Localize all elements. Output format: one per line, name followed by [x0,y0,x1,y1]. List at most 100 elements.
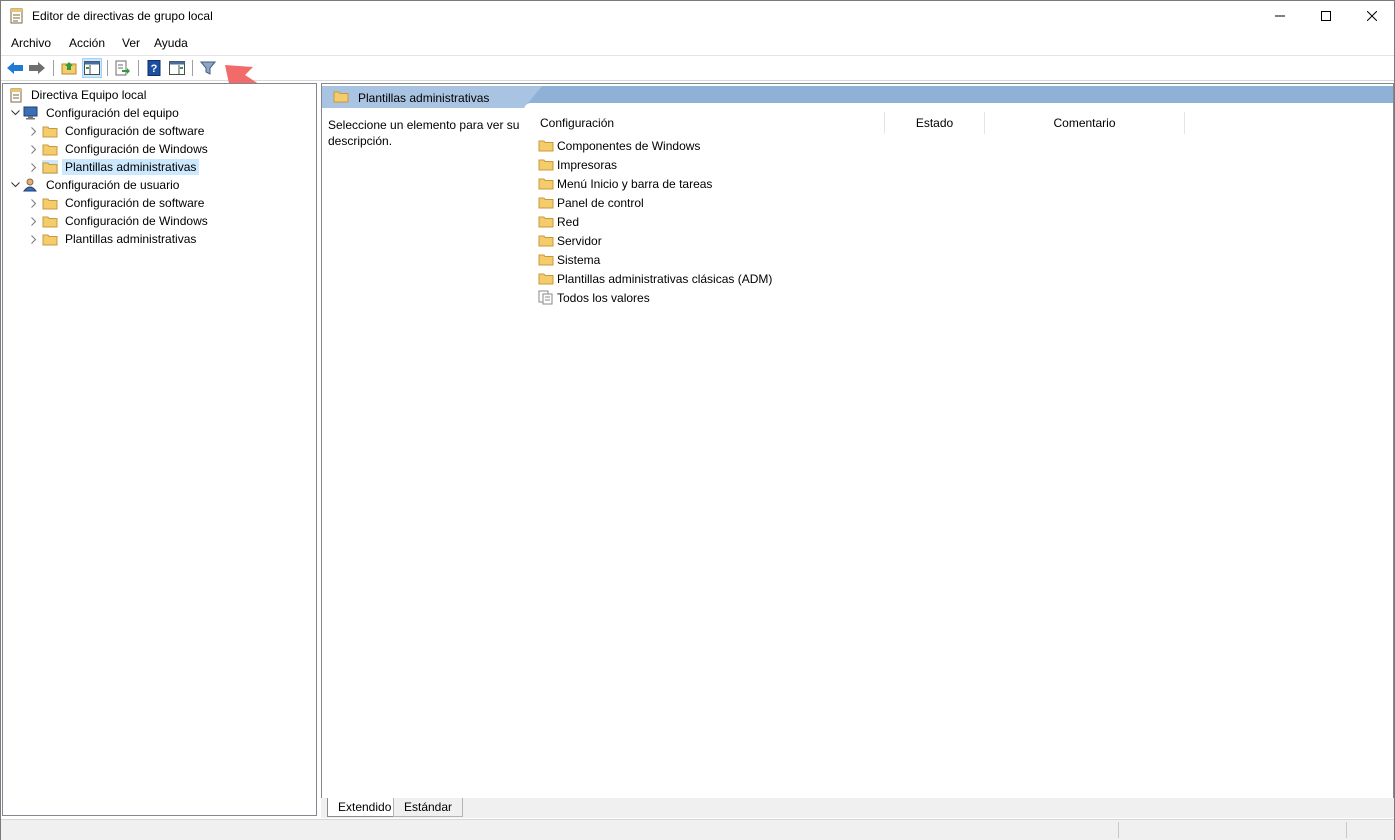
tree-node-user[interactable]: Configuración de usuario [9,176,182,194]
menu-accion[interactable]: Acción [69,36,105,50]
list-item[interactable]: Sistema [538,250,600,269]
action-pane-button[interactable] [167,58,187,78]
column-header-configuracion[interactable]: Configuración [532,112,885,134]
show-hide-tree-icon [84,61,100,75]
list-item-label: Sistema [557,252,601,267]
forward-icon [29,62,45,74]
chevron-right-icon[interactable] [28,161,40,173]
tree-node-computer-windows[interactable]: Configuración de Windows [28,140,211,158]
show-hide-tree-button[interactable] [82,58,102,78]
all-settings-icon [538,290,554,305]
chevron-right-icon[interactable] [28,125,40,137]
description-text: Seleccione un elemento para ver su descr… [328,118,520,148]
up-folder-icon [61,62,77,75]
toolbar-separator [192,60,193,76]
tree-label: Configuración de Windows [65,214,208,228]
list-item-label: Red [557,214,580,229]
tree-root-label: Directiva Equipo local [31,88,147,102]
maximize-button[interactable] [1303,1,1349,31]
chevron-right-icon[interactable] [28,143,40,155]
tree-label: Plantillas administrativas [62,159,200,175]
tree-label: Configuración de software [65,196,205,210]
folder-icon [42,124,58,138]
tree-node-user-windows[interactable]: Configuración de Windows [28,212,211,230]
chevron-right-icon[interactable] [28,233,40,245]
menu-ayuda[interactable]: Ayuda [154,36,188,50]
menu-archivo[interactable]: Archivo [11,36,51,50]
back-button[interactable] [5,58,25,78]
tree-node-computer[interactable]: Configuración del equipo [9,104,182,122]
chevron-right-icon[interactable] [28,197,40,209]
tab-extendido[interactable]: Extendido [327,798,403,817]
list-item[interactable]: Todos los valores [538,288,650,307]
list-item[interactable]: Servidor [538,231,602,250]
tree-label: Configuración de software [65,124,205,138]
filter-button[interactable] [198,58,218,78]
tree-node-user-admin-templates[interactable]: Plantillas administrativas [28,230,199,248]
svg-text:?: ? [151,63,158,75]
toolbar-separator [107,60,108,76]
list-item-label: Todos los valores [557,290,650,305]
list-item[interactable]: Red [538,212,579,231]
chevron-right-icon[interactable] [28,215,40,227]
folder-icon [538,253,554,267]
column-header-estado[interactable]: Estado [885,112,985,134]
folder-icon [538,272,554,286]
user-icon [23,178,39,192]
content-header: Plantillas administrativas [322,86,1393,110]
tree-computer-label: Configuración del equipo [46,106,179,120]
folder-icon [538,196,554,210]
folder-icon [42,160,58,174]
window-title: Editor de directivas de grupo local [32,9,213,23]
folder-icon [538,234,554,248]
status-separator [1346,822,1347,838]
settings-list: Configuración Estado Comentario Componen… [532,112,1393,797]
list-item[interactable]: Plantillas administrativas clásicas (ADM… [538,269,772,288]
tree-node-computer-software[interactable]: Configuración de software [28,122,207,140]
menu-ver[interactable]: Ver [122,36,140,50]
list-item-label: Panel de control [557,195,644,210]
list-item[interactable]: Panel de control [538,193,644,212]
list-item-label: Impresoras [557,157,618,172]
chevron-down-icon[interactable] [9,107,21,119]
up-folder-button[interactable] [59,58,79,78]
content-header-title: Plantillas administrativas [358,91,490,105]
list-item-label: Plantillas administrativas clásicas (ADM… [557,271,773,286]
policy-document-icon [10,8,24,24]
tree-label: Plantillas administrativas [65,232,197,246]
list-item[interactable]: Impresoras [538,155,617,174]
gpedit-window: Editor de directivas de grupo local Arch… [0,0,1395,840]
toolbar-separator [53,60,54,76]
menu-bar: Archivo Acción Ver Ayuda [1,32,1394,54]
tab-estandar[interactable]: Estándar [393,798,464,817]
tree-node-user-software[interactable]: Configuración de software [28,194,207,212]
minimize-button[interactable] [1257,1,1303,31]
tree-root[interactable]: Directiva Equipo local [8,86,149,104]
folder-icon [333,90,349,106]
help-button[interactable]: ? [144,58,164,78]
tree-node-computer-admin-templates[interactable]: Plantillas administrativas [28,158,200,176]
list-item[interactable]: Componentes de Windows [538,136,700,155]
action-pane-icon [169,61,185,75]
minimize-icon [1275,15,1285,17]
policy-document-icon [8,88,24,102]
tree-label: Configuración de Windows [65,142,208,156]
folder-icon [538,139,554,153]
status-bar [1,819,1394,840]
export-list-icon [115,60,130,76]
column-header-comentario[interactable]: Comentario [985,112,1185,134]
list-item-label: Menú Inicio y barra de tareas [557,176,713,191]
filter-icon [200,61,216,75]
toolbar: ? [1,55,1394,81]
forward-button[interactable] [27,58,47,78]
status-separator [1118,822,1119,838]
folder-icon [538,158,554,172]
content-pane: Plantillas administrativas Seleccione un… [321,83,1394,799]
help-icon: ? [147,60,161,76]
tree-user-label: Configuración de usuario [46,178,180,192]
content-header-tab: Plantillas administrativas [322,86,542,108]
list-item[interactable]: Menú Inicio y barra de tareas [538,174,712,193]
close-button[interactable] [1349,1,1395,31]
export-list-button[interactable] [113,58,133,78]
chevron-down-icon[interactable] [9,179,21,191]
